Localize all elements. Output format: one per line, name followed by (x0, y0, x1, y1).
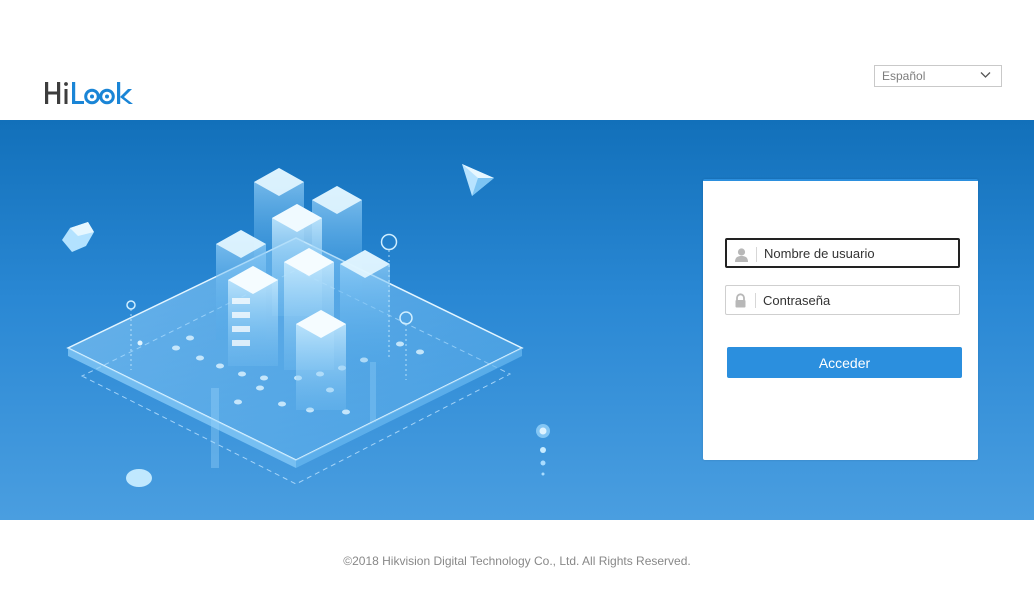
username-field[interactable] (725, 238, 960, 268)
language-select[interactable]: Español (874, 65, 1002, 87)
lock-icon (735, 293, 746, 308)
username-input[interactable] (764, 240, 954, 266)
login-card: Acceder (703, 179, 978, 460)
password-field[interactable] (725, 285, 960, 315)
login-button[interactable]: Acceder (727, 347, 962, 378)
chevron-down-icon (980, 72, 991, 78)
copyright-text: ©2018 Hikvision Digital Technology Co., … (343, 554, 691, 568)
header: Español (0, 0, 1034, 120)
password-input[interactable] (763, 286, 953, 314)
field-separator (755, 293, 756, 308)
hilook-logo (44, 70, 140, 110)
hero-banner: Acceder (0, 120, 1034, 520)
language-selected-label: Español (882, 69, 926, 83)
field-separator (756, 247, 757, 262)
user-icon (735, 248, 748, 262)
